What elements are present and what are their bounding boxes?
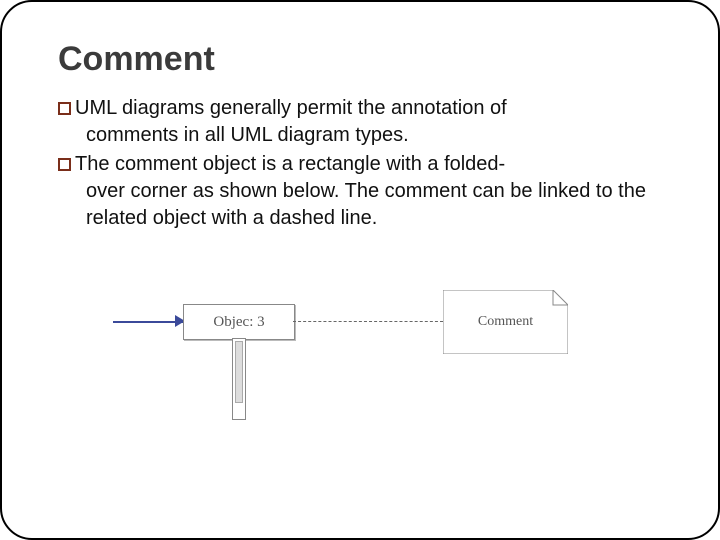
uml-object-box: Objec: 3	[183, 304, 295, 340]
bullet-item: UML diagrams generally permit the annota…	[58, 95, 662, 149]
uml-diagram: Objec: 3 Comment	[58, 276, 662, 456]
dashed-link-icon	[293, 321, 443, 322]
bullet-text: The comment object is a rectangle with a…	[75, 153, 505, 175]
slide-frame: Comment UML diagrams generally permit th…	[0, 0, 720, 540]
slide-title: Comment	[58, 40, 662, 79]
bullet-item: The comment object is a rectangle with a…	[58, 151, 662, 232]
arrow-line-icon	[113, 321, 183, 323]
bullet-list: UML diagrams generally permit the annota…	[58, 95, 662, 232]
square-bullet-icon	[58, 158, 71, 171]
bullet-continuation: comments in all UML diagram types.	[86, 122, 662, 149]
square-bullet-icon	[58, 102, 71, 115]
lifeline-activation	[235, 341, 243, 403]
uml-comment-note: Comment	[443, 290, 568, 354]
bullet-continuation: over corner as shown below. The comment …	[86, 178, 662, 232]
uml-comment-label: Comment	[443, 290, 568, 354]
bullet-text: UML diagrams generally permit the annota…	[75, 97, 507, 119]
